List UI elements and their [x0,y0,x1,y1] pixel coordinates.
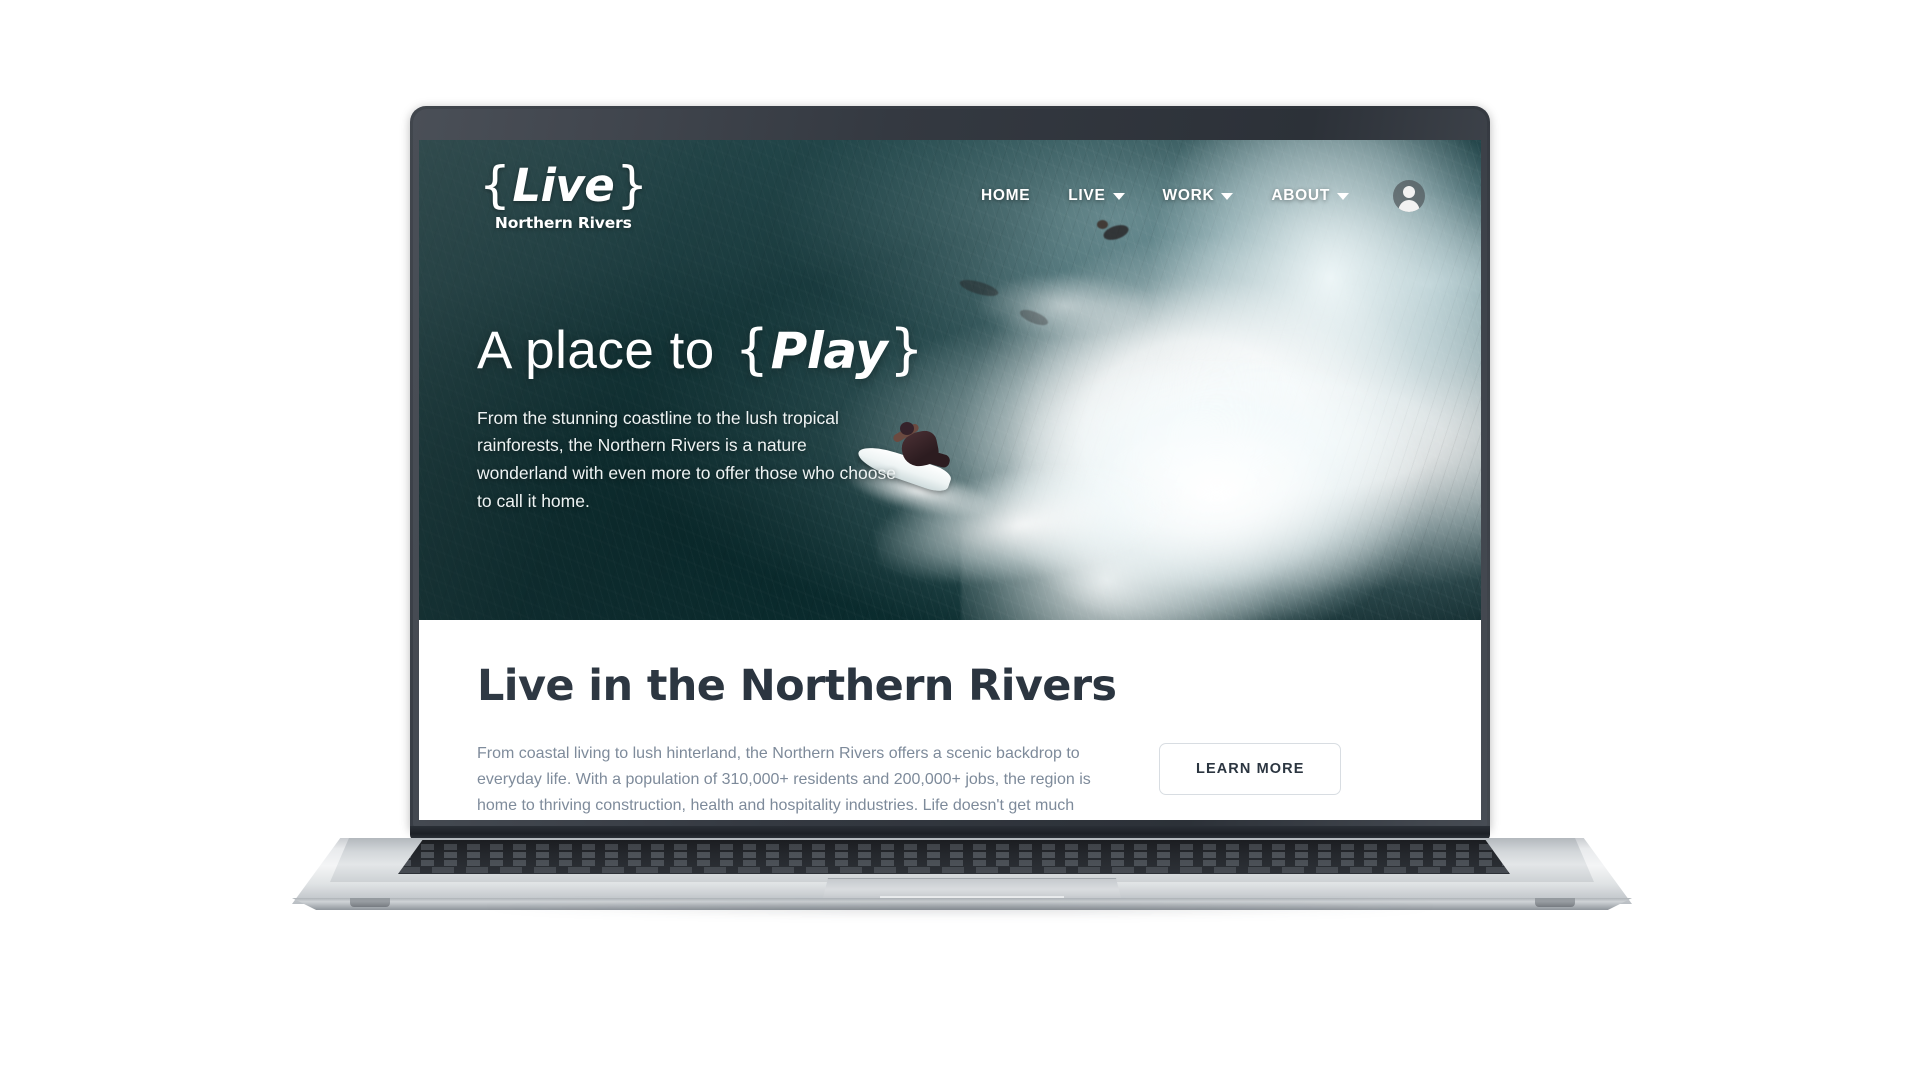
laptop-hinge [410,826,1490,840]
laptop-keyboard [398,840,1510,874]
intro-section: Live in the Northern Rivers From coastal… [419,620,1481,820]
hero-heading-accent: {Play} [733,321,925,380]
chevron-down-icon [1337,192,1349,200]
keyboard-row [398,867,1510,873]
section-heading: Live in the Northern Rivers [477,661,1117,711]
hero-brace-open: { [734,318,769,381]
section-body-row: From coastal living to lush hinterland, … [477,741,1423,820]
nav-item-label: HOME [980,187,1031,204]
laptop-drop-shadow [300,905,1620,927]
hero-content: A place to {Play} From the stunning coas… [477,321,1037,515]
nav-item-label: WORK [1162,187,1215,204]
laptop-screen-viewport: { Live } Northern Rivers HOME LIVE WORK … [419,140,1481,820]
logo-brace-close: } [616,156,648,215]
nav-item-live[interactable]: LIVE [1068,187,1125,205]
chevron-down-icon [1221,192,1234,200]
nav-item-label: LIVE [1068,187,1106,204]
hero-heading-plain: A place to [477,321,715,380]
screenshot-canvas: { Live } Northern Rivers HOME LIVE WORK … [0,0,1920,1080]
hero-accent-word: Play [770,322,888,380]
logo-subtitle: Northern Rivers [494,214,632,233]
learn-more-button[interactable]: LEARN MORE [1159,743,1342,796]
nav-menu: HOME LIVE WORK ABOUT [981,180,1425,212]
keyboard-row [398,852,1510,858]
keyboard-row [398,844,1510,850]
user-avatar-icon[interactable] [1393,180,1425,212]
keyboard-row [398,860,1510,866]
hero-section: { Live } Northern Rivers HOME LIVE WORK … [419,140,1481,620]
site-header-nav: { Live } Northern Rivers HOME LIVE WORK … [419,140,1481,252]
hero-paragraph: From the stunning coastline to the lush … [477,407,896,511]
nav-item-label: ABOUT [1271,187,1330,204]
site-logo[interactable]: { Live } Northern Rivers [477,160,650,232]
logo-wordmark: { Live } [477,160,650,210]
logo-word: Live [512,158,615,212]
chevron-down-icon [1112,192,1125,200]
section-paragraph: From coastal living to lush hinterland, … [477,745,1091,815]
nav-item-home[interactable]: HOME [981,187,1030,205]
laptop-mockup: { Live } Northern Rivers HOME LIVE WORK … [0,0,1920,1080]
hero-brace-close: } [889,318,924,381]
hero-heading: A place to {Play} [477,321,1037,380]
logo-brace-open: { [479,156,511,215]
nav-item-about[interactable]: ABOUT [1271,187,1349,205]
nav-item-work[interactable]: WORK [1163,187,1234,205]
